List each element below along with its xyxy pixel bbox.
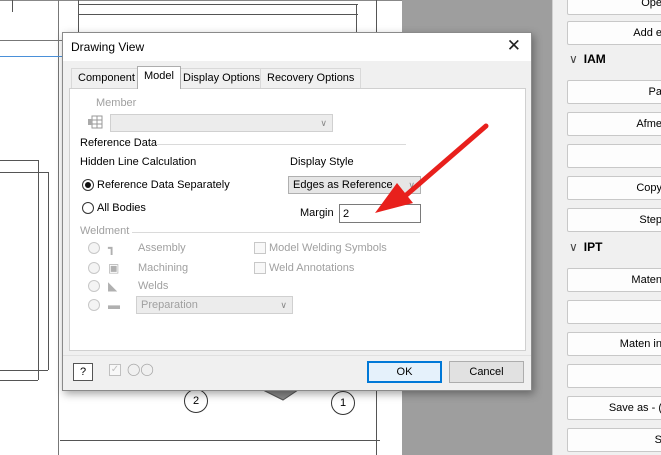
- tab-display-options[interactable]: Display Options: [176, 68, 268, 88]
- radio-reference-data-separately-label[interactable]: Reference Data Separately: [97, 179, 230, 191]
- ok-button[interactable]: OK: [367, 361, 442, 383]
- command-panel: Ope Add e ∨ IAM Pa Afme Copy Step ∨ IPT Ma…: [552, 0, 661, 455]
- radio-all-bodies-label[interactable]: All Bodies: [97, 202, 146, 214]
- member-label: Member: [96, 97, 137, 109]
- weld-option-machining: Machining: [138, 262, 189, 274]
- weldment-label: Weldment: [80, 225, 130, 237]
- preview-checkbox[interactable]: ✓: [109, 364, 121, 376]
- weldment-separator: [132, 232, 420, 233]
- reference-data-label: Reference Data: [80, 137, 158, 149]
- hidden-line-calculation-label: Hidden Line Calculation: [80, 156, 197, 168]
- help-icon[interactable]: ?: [73, 363, 93, 381]
- member-icon: [88, 115, 103, 129]
- balloon-1[interactable]: 1: [331, 391, 355, 415]
- panel-button-ipt-3[interactable]: Maten in: [567, 332, 661, 356]
- panel-button-iam-1[interactable]: Pa: [567, 80, 661, 104]
- glasses-preview-icon: ◯◯: [127, 362, 154, 376]
- dialog-titlebar[interactable]: Drawing View ✕: [63, 33, 531, 61]
- panel-button-ipt-5[interactable]: Save as - (: [567, 396, 661, 420]
- dialog-title: Drawing View: [71, 40, 145, 54]
- panel-button-iam-5[interactable]: Step: [567, 208, 661, 232]
- panel-button-add[interactable]: Add e: [567, 21, 661, 45]
- radio-reference-data-separately[interactable]: [82, 179, 94, 191]
- tab-model[interactable]: Model: [137, 66, 181, 89]
- margin-label: Margin: [300, 207, 334, 219]
- footer-separator: [63, 355, 531, 356]
- weld-annotations-label: Weld Annotations: [269, 262, 355, 274]
- panel-button-ipt-4[interactable]: [567, 364, 661, 388]
- tab-component[interactable]: Component: [71, 68, 142, 88]
- checkbox-weld-annotations[interactable]: [254, 262, 266, 274]
- close-icon[interactable]: ✕: [507, 36, 521, 56]
- radio-weld-preparation[interactable]: [88, 299, 100, 311]
- panel-button-iam-4[interactable]: Copy: [567, 176, 661, 200]
- checkbox-model-welding-symbols[interactable]: [254, 242, 266, 254]
- radio-all-bodies[interactable]: [82, 202, 94, 214]
- balloon-2[interactable]: 2: [184, 389, 208, 413]
- radio-weld-assembly[interactable]: [88, 242, 100, 254]
- preparation-select[interactable]: Preparation ∨: [136, 296, 293, 314]
- model-welding-symbols-label: Model Welding Symbols: [269, 242, 387, 254]
- display-style-select[interactable]: Edges as Reference ∨: [288, 176, 421, 194]
- panel-button-iam-3[interactable]: [567, 144, 661, 168]
- machining-icon: ▣: [108, 261, 120, 275]
- preparation-icon: ▬: [108, 298, 120, 312]
- section-ipt[interactable]: ∨ IPT: [569, 240, 602, 254]
- chevron-down-icon: ∨: [408, 180, 415, 190]
- chevron-down-icon: ∨: [280, 300, 287, 310]
- radio-weld-machining[interactable]: [88, 262, 100, 274]
- drawing-view-dialog: Drawing View ✕ Component Model Display O…: [62, 32, 532, 391]
- assembly-weld-icon: ┓: [108, 241, 116, 255]
- weld-option-welds: Welds: [138, 280, 169, 292]
- cancel-button[interactable]: Cancel: [449, 361, 524, 383]
- section-iam[interactable]: ∨ IAM: [569, 52, 606, 66]
- chevron-down-icon: ∨: [569, 52, 578, 66]
- chevron-down-icon: ∨: [320, 118, 327, 128]
- panel-button-ipt-6[interactable]: S: [567, 428, 661, 452]
- weld-option-assembly: Assembly: [138, 242, 186, 254]
- tab-recovery-options[interactable]: Recovery Options: [260, 68, 362, 88]
- chevron-down-icon: ∨: [569, 240, 578, 254]
- radio-weld-welds[interactable]: [88, 280, 100, 292]
- model-tab-pane: Member ∨ Reference Data Hidden Line Calc…: [69, 88, 526, 351]
- panel-button-iam-2[interactable]: Afme: [567, 112, 661, 136]
- margin-input[interactable]: [339, 204, 421, 223]
- reference-data-separator: [156, 144, 406, 145]
- panel-button-ipt-1[interactable]: Maten: [567, 268, 661, 292]
- member-select[interactable]: ∨: [110, 114, 333, 132]
- panel-button-ipt-2[interactable]: [567, 300, 661, 324]
- panel-button-open[interactable]: Ope: [567, 0, 661, 15]
- display-style-label: Display Style: [290, 156, 354, 168]
- welds-icon: ◣: [108, 279, 118, 293]
